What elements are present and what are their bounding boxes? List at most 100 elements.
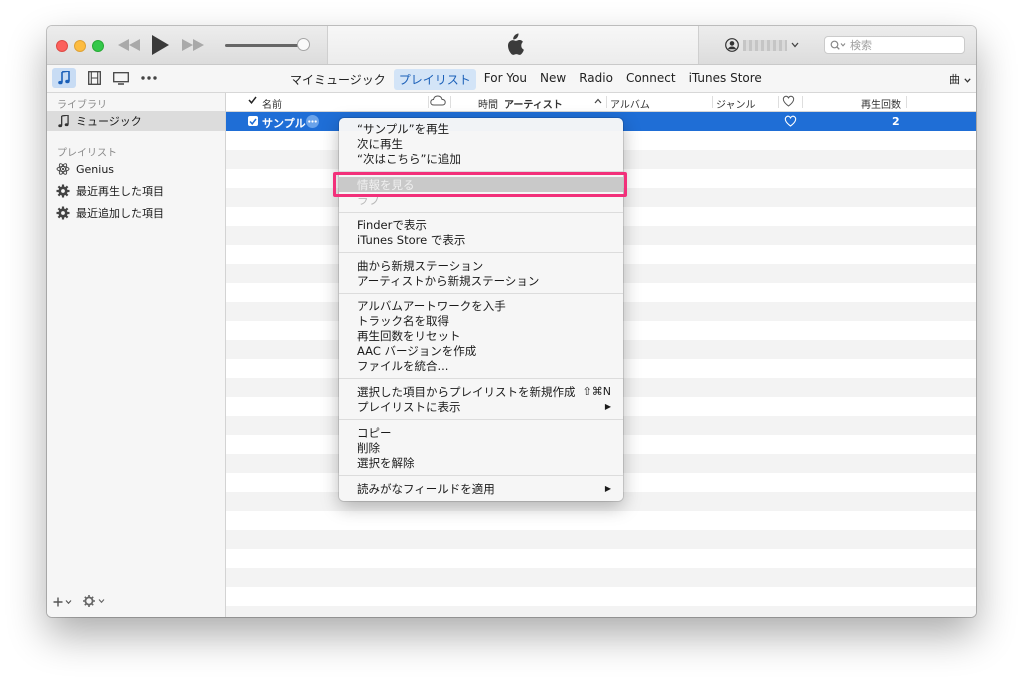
movies-media-button[interactable] (85, 68, 103, 88)
row-more-button[interactable] (306, 115, 319, 128)
column-genre-header[interactable]: ジャンル (716, 96, 756, 111)
table-row-empty (226, 549, 976, 568)
tab-new[interactable]: New (535, 69, 571, 90)
menu-item-apply-sort-field[interactable]: 読みがなフィールドを適用 ▶ (339, 481, 623, 496)
menu-item-play-next[interactable]: 次に再生 (339, 136, 623, 151)
tab-radio[interactable]: Radio (574, 69, 618, 90)
close-window-button[interactable] (56, 40, 68, 52)
status-display (327, 26, 699, 64)
row-checkbox[interactable] (248, 116, 258, 126)
more-dots-icon (141, 76, 157, 80)
menu-separator (339, 252, 623, 253)
menu-separator (339, 475, 623, 476)
tab-connect[interactable]: Connect (621, 69, 681, 90)
sidebar-item-label: 最近再生した項目 (76, 185, 164, 198)
plus-icon (53, 597, 72, 606)
apple-logo-icon (503, 33, 525, 60)
view-selector-label: 曲 (949, 73, 960, 86)
menu-item-add-to-up-next[interactable]: “次はこちら”に追加 (339, 151, 623, 166)
menu-item-play[interactable]: “サンプル”を再生 (339, 121, 623, 136)
menu-item-copy[interactable]: コピー (339, 425, 623, 440)
playlist-header: プレイリスト (57, 148, 117, 159)
table-row-empty (226, 606, 976, 617)
genius-atom-icon (53, 162, 73, 176)
play-button[interactable] (149, 35, 171, 55)
checkmark-icon (249, 118, 257, 125)
music-note-icon (53, 114, 73, 128)
row-name: サンプル (262, 117, 306, 130)
sidebar-item-music[interactable]: ミュージック (47, 111, 225, 131)
sidebar-item-recently-played[interactable]: 最近再生した項目 (47, 181, 225, 201)
menu-item-station-from-song[interactable]: 曲から新規ステーション (339, 258, 623, 273)
table-header: 名前 時間 アーティスト アルバム ジャンル 再生回数 (226, 93, 976, 112)
zoom-window-button[interactable] (92, 40, 104, 52)
user-avatar-icon (725, 38, 739, 52)
menu-item-show-in-playlist[interactable]: プレイリストに表示 ▶ (339, 399, 623, 414)
column-separator (450, 96, 451, 108)
account-name-blurred (743, 39, 787, 51)
sidebar-item-recently-added[interactable]: 最近追加した項目 (47, 203, 225, 223)
sidebar-item-label: Genius (76, 162, 115, 176)
column-checkbox-header[interactable] (248, 96, 257, 107)
menu-item-delete[interactable]: 削除 (339, 440, 623, 455)
menu-item-show-in-finder[interactable]: Finderで表示 (339, 217, 623, 232)
tab-for-you[interactable]: For You (479, 69, 532, 90)
column-time-header[interactable]: 時間 (478, 96, 498, 111)
row-love-button[interactable] (784, 115, 797, 130)
tab-itunes-store[interactable]: iTunes Store (684, 69, 767, 90)
menu-item-deselect[interactable]: 選択を解除 (339, 455, 623, 470)
menu-item-consolidate-files[interactable]: ファイルを統合... (339, 358, 623, 373)
tab-my-music[interactable]: マイミュージック (285, 69, 391, 90)
sidebar-item-label: ミュージック (76, 115, 142, 128)
column-artist-header[interactable]: アーティスト (504, 96, 563, 111)
more-dots-icon (308, 120, 317, 123)
menu-item-station-from-artist[interactable]: アーティストから新規ステーション (339, 273, 623, 288)
view-selector[interactable]: 曲 (949, 71, 971, 87)
submenu-arrow-icon: ▶ (604, 402, 611, 411)
rewind-icon (118, 39, 140, 51)
column-love-header[interactable] (782, 95, 795, 110)
menu-item-get-album-artwork[interactable]: アルバムアートワークを入手 (339, 298, 623, 313)
column-album-header[interactable]: アルバム (610, 96, 650, 111)
menu-item-create-aac-version[interactable]: AAC バージョンを作成 (339, 343, 623, 358)
tab-playlists[interactable]: プレイリスト (393, 69, 476, 90)
menu-item-show-in-itunes-store[interactable]: iTunes Store で表示 (339, 232, 623, 247)
music-note-icon (58, 71, 70, 85)
annotation-highlight-box (333, 172, 627, 197)
sidebar-item-genius[interactable]: Genius (47, 159, 225, 179)
play-icon (152, 35, 169, 55)
checkmark-icon (248, 96, 257, 104)
search-icon (830, 40, 846, 50)
add-playlist-button[interactable] (53, 596, 73, 611)
cloud-icon (430, 95, 446, 106)
column-plays-header[interactable]: 再生回数 (861, 96, 901, 111)
menu-item-reset-plays[interactable]: 再生回数をリセット (339, 328, 623, 343)
tv-icon (113, 71, 129, 85)
fast-forward-button[interactable] (181, 35, 205, 55)
column-name-header[interactable]: 名前 (262, 96, 282, 111)
gear-icon (83, 595, 105, 607)
shortcut-label: ⇧⌘N (582, 385, 611, 398)
library-header: ライブラリ (57, 100, 107, 111)
volume-slider[interactable] (225, 44, 305, 47)
sidebar-settings-button[interactable] (83, 595, 107, 611)
more-media-button[interactable] (139, 68, 159, 88)
submenu-arrow-icon: ▶ (604, 484, 611, 493)
account-button[interactable] (725, 36, 799, 54)
menu-item-new-playlist-from-selection[interactable]: 選択した項目からプレイリストを新規作成 ⇧⌘N (339, 384, 623, 399)
minimize-window-button[interactable] (74, 40, 86, 52)
volume-knob[interactable] (297, 38, 310, 51)
menu-item-get-track-names[interactable]: トラック名を取得 (339, 313, 623, 328)
title-bar: 検索 (47, 26, 976, 65)
menu-separator (339, 378, 623, 379)
column-icloud-header[interactable] (430, 95, 446, 109)
column-separator (906, 96, 907, 108)
sort-ascending-icon (594, 96, 602, 107)
music-media-button[interactable] (52, 68, 76, 88)
search-field[interactable]: 検索 (824, 36, 965, 54)
tv-media-button[interactable] (111, 68, 131, 88)
rewind-button[interactable] (117, 35, 141, 55)
table-row-empty (226, 587, 976, 606)
nav-tabs: マイミュージック プレイリスト For You New Radio Connec… (285, 69, 770, 90)
film-icon (87, 71, 101, 85)
